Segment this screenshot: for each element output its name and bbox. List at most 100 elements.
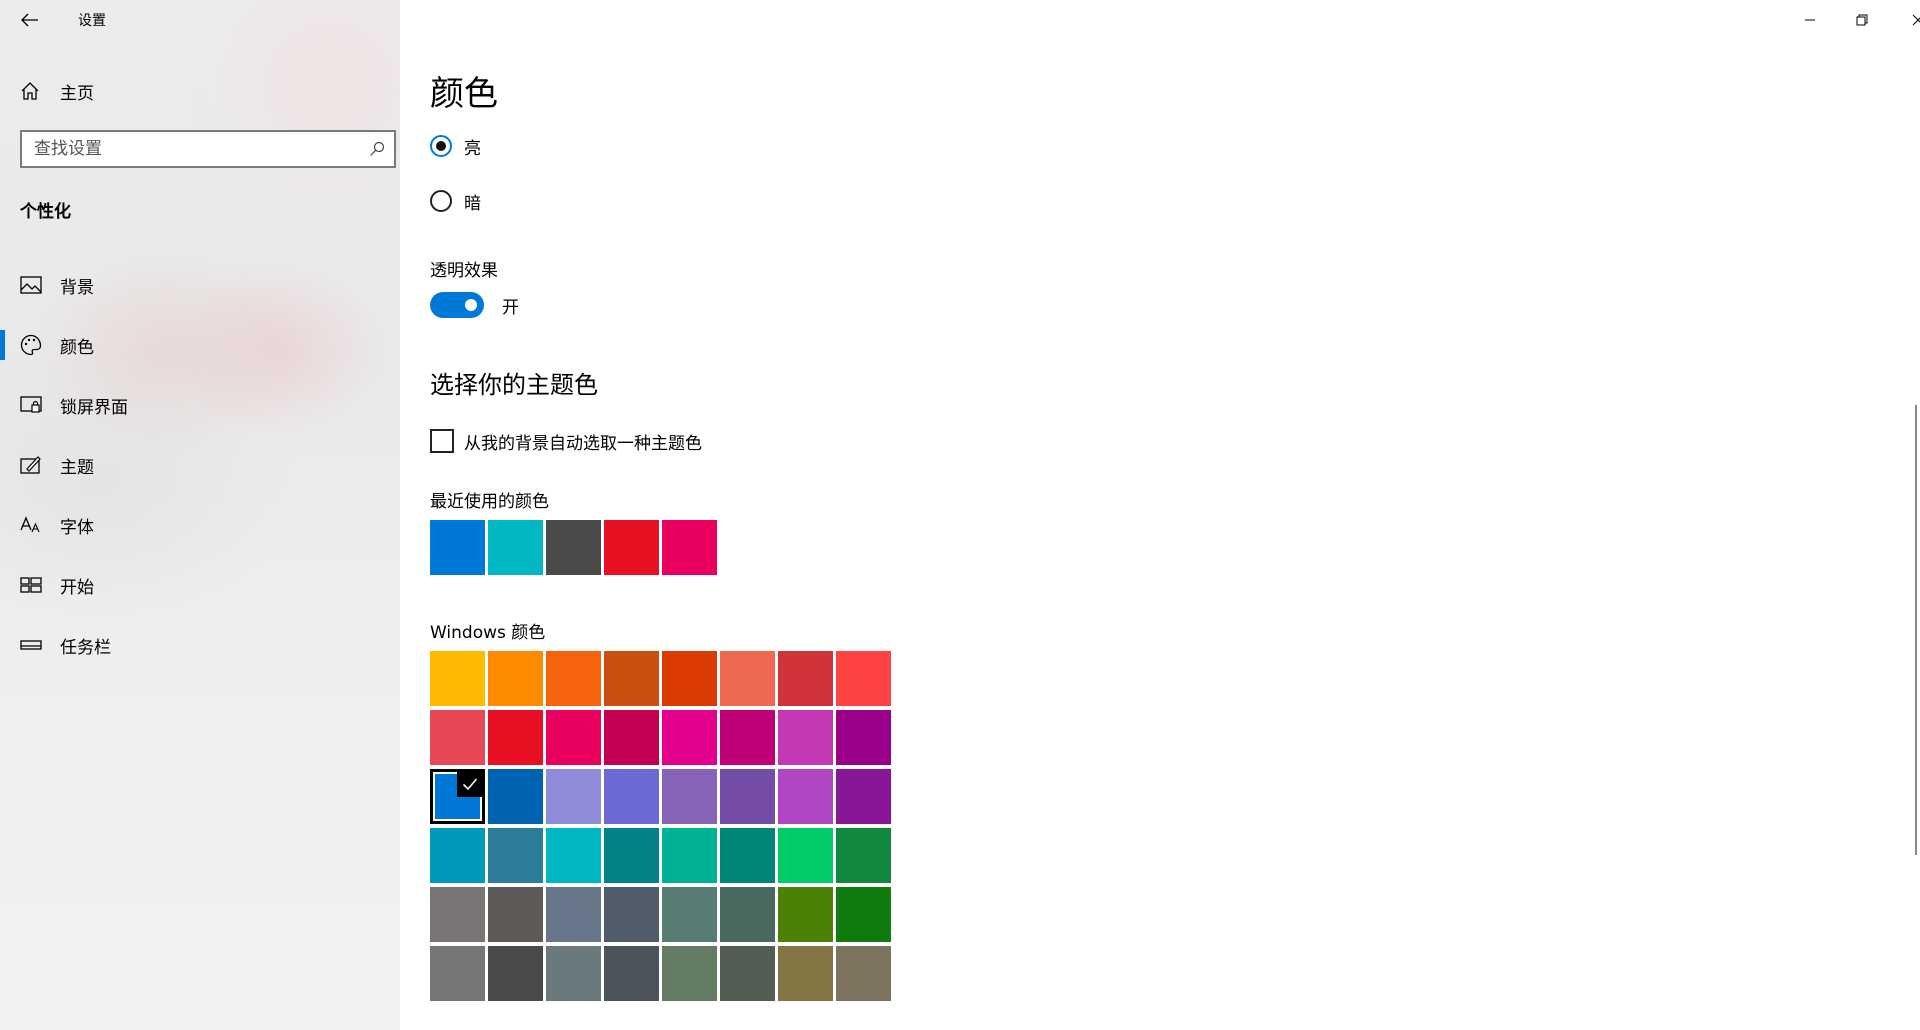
windows-color-swatch[interactable]	[546, 946, 601, 1001]
windows-color-swatch[interactable]	[778, 828, 833, 883]
windows-color-swatch[interactable]	[836, 946, 891, 1001]
home-icon	[21, 82, 39, 100]
windows-colors-grid	[430, 651, 891, 1001]
windows-color-swatch[interactable]	[546, 887, 601, 942]
windows-color-swatch[interactable]	[604, 710, 659, 765]
windows-color-swatch[interactable]	[662, 651, 717, 706]
windows-color-swatch[interactable]	[778, 710, 833, 765]
theme-brush-icon	[19, 453, 43, 477]
recent-colors	[430, 520, 717, 575]
scrollbar[interactable]	[1915, 405, 1917, 855]
sidebar-item-home[interactable]: 主页	[20, 78, 94, 104]
windows-color-swatch[interactable]	[662, 946, 717, 1001]
windows-color-swatch[interactable]	[488, 887, 543, 942]
windows-color-swatch[interactable]	[488, 946, 543, 1001]
sidebar-item-background[interactable]: 背景	[0, 255, 400, 315]
search-input[interactable]	[22, 138, 360, 160]
windows-color-swatch[interactable]	[488, 710, 543, 765]
recent-color-swatch[interactable]	[546, 520, 601, 575]
sidebar-item-label: 主题	[60, 458, 94, 478]
windows-color-swatch[interactable]	[430, 828, 485, 883]
windows-color-swatch[interactable]	[720, 710, 775, 765]
recent-color-swatch[interactable]	[604, 520, 659, 575]
page-title: 颜色	[430, 74, 498, 114]
minimize-button[interactable]	[1782, 0, 1838, 40]
mode-option-light[interactable]: 亮	[430, 132, 481, 160]
windows-color-swatch[interactable]	[662, 769, 717, 824]
windows-color-swatch[interactable]	[720, 946, 775, 1001]
windows-color-swatch[interactable]	[836, 710, 891, 765]
back-button[interactable]	[18, 6, 42, 34]
radio-button[interactable]	[430, 135, 452, 157]
minimize-icon	[1805, 19, 1815, 21]
checkmark-icon	[457, 771, 483, 797]
sidebar-item-fonts[interactable]: 字体	[0, 495, 400, 555]
windows-color-swatch[interactable]	[778, 946, 833, 1001]
radio-button[interactable]	[430, 190, 452, 212]
windows-color-swatch[interactable]	[836, 887, 891, 942]
windows-color-swatch[interactable]	[662, 710, 717, 765]
sidebar: 设置 主页 个性化 背景 颜色	[0, 0, 400, 1030]
windows-color-swatch[interactable]	[778, 887, 833, 942]
mode-option-dark[interactable]: 暗	[430, 187, 481, 215]
sidebar-item-start[interactable]: 开始	[0, 555, 400, 615]
start-icon	[19, 573, 43, 597]
recent-colors-label: 最近使用的颜色	[430, 492, 549, 512]
windows-color-swatch[interactable]	[546, 769, 601, 824]
search-icon[interactable]	[360, 141, 394, 157]
recent-color-swatch[interactable]	[488, 520, 543, 575]
windows-color-swatch[interactable]	[488, 651, 543, 706]
checkbox-label: 从我的背景自动选取一种主题色	[464, 433, 702, 454]
windows-color-swatch[interactable]	[662, 887, 717, 942]
recent-color-swatch[interactable]	[662, 520, 717, 575]
windows-color-swatch[interactable]	[488, 769, 543, 824]
recent-color-swatch[interactable]	[430, 520, 485, 575]
restore-icon	[1856, 14, 1868, 26]
windows-color-swatch[interactable]	[430, 946, 485, 1001]
windows-color-swatch-selected[interactable]	[430, 769, 485, 824]
windows-color-swatch[interactable]	[778, 769, 833, 824]
windows-color-swatch[interactable]	[836, 651, 891, 706]
auto-pick-accent-option[interactable]: 从我的背景自动选取一种主题色	[430, 428, 702, 454]
accent-section-title: 选择你的主题色	[430, 371, 598, 399]
sidebar-item-label: 主页	[60, 83, 94, 104]
windows-color-swatch[interactable]	[778, 651, 833, 706]
windows-color-swatch[interactable]	[836, 828, 891, 883]
windows-color-swatch[interactable]	[604, 769, 659, 824]
windows-color-swatch[interactable]	[604, 828, 659, 883]
transparency-toggle-row[interactable]: 开	[430, 291, 519, 319]
sidebar-item-label: 颜色	[60, 338, 94, 358]
windows-color-swatch[interactable]	[604, 946, 659, 1001]
windows-color-swatch[interactable]	[430, 887, 485, 942]
search-box[interactable]	[20, 130, 396, 168]
windows-color-swatch[interactable]	[488, 828, 543, 883]
windows-color-swatch[interactable]	[720, 828, 775, 883]
sidebar-item-label: 背景	[60, 278, 94, 298]
sidebar-item-themes[interactable]: 主题	[0, 435, 400, 495]
main-content: 颜色 亮 暗 透明效果 开 选择你的主题色 从我的背景自动选取一种主题色 最近使…	[400, 0, 1920, 1030]
restore-button[interactable]	[1834, 0, 1890, 40]
windows-color-swatch[interactable]	[430, 651, 485, 706]
transparency-toggle[interactable]	[430, 292, 484, 318]
windows-color-swatch[interactable]	[604, 887, 659, 942]
transparency-label: 透明效果	[430, 261, 498, 281]
sidebar-item-label: 开始	[60, 578, 94, 598]
sidebar-item-lock-screen[interactable]: 锁屏界面	[0, 375, 400, 435]
windows-color-swatch[interactable]	[546, 710, 601, 765]
sidebar-item-label: 任务栏	[60, 638, 111, 658]
windows-colors-label: Windows 颜色	[430, 623, 546, 643]
windows-color-swatch[interactable]	[546, 828, 601, 883]
windows-color-swatch[interactable]	[836, 769, 891, 824]
auto-pick-checkbox[interactable]	[430, 429, 454, 453]
windows-color-swatch[interactable]	[546, 651, 601, 706]
lock-screen-icon	[19, 393, 43, 417]
sidebar-item-taskbar[interactable]: 任务栏	[0, 615, 400, 675]
windows-color-swatch[interactable]	[720, 651, 775, 706]
windows-color-swatch[interactable]	[430, 710, 485, 765]
windows-color-swatch[interactable]	[604, 651, 659, 706]
windows-color-swatch[interactable]	[720, 887, 775, 942]
sidebar-item-colors[interactable]: 颜色	[0, 315, 400, 375]
windows-color-swatch[interactable]	[662, 828, 717, 883]
close-button[interactable]	[1890, 0, 1920, 40]
windows-color-swatch[interactable]	[720, 769, 775, 824]
